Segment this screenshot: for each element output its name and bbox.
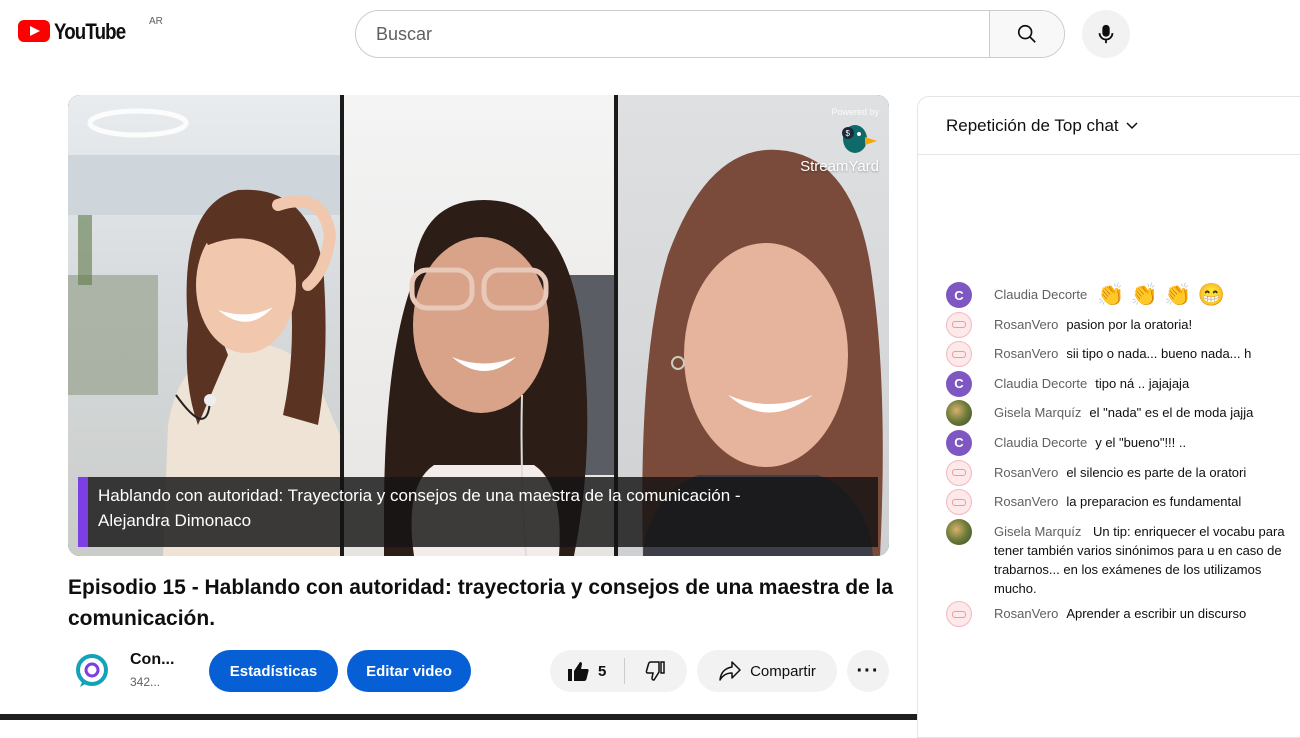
thumbs-down-icon [645,661,665,681]
chat-message: C Claudia Decorte tipo ná .. jajajaja [946,370,1300,397]
chat-author[interactable]: Claudia Decorte [994,433,1087,452]
thumbs-up-icon [568,662,589,681]
country-code: AR [149,16,163,27]
streamyard-brand: StreamYard [800,158,879,175]
clapping-hands-icon: 👏 [1164,282,1192,307]
chat-text: la preparacion es fundamental [1066,494,1242,510]
chat-message: Gisela Marquíz Un tip: enriquecer el voc… [946,518,1300,598]
like-count: 5 [598,662,607,680]
chat-mode-selector[interactable]: Repetición de Top chat [918,97,1300,155]
like-button[interactable]: 5 [550,650,624,692]
user-avatar[interactable] [946,311,972,338]
user-avatar[interactable]: C [946,282,972,308]
share-arrow-icon [719,661,741,681]
chat-message-list: C Claudia Decorte 👏 👏 👏 😁 RosanVero pasi… [946,282,1300,634]
user-avatar[interactable] [946,400,972,427]
powered-by-label: Powered by [831,107,879,117]
user-avatar[interactable] [946,341,972,368]
search-icon [1017,24,1036,43]
chat-author[interactable]: RosanVero [994,315,1058,334]
chat-author[interactable]: RosanVero [994,604,1058,623]
microphone-icon [1098,24,1114,44]
chat-message: C Claudia Decorte 👏 👏 👏 😁 [946,282,1300,308]
chat-text: tipo ná .. jajajaja [1095,375,1190,391]
chat-message: RosanVero el silencio es parte de la ora… [946,459,1300,486]
youtube-play-icon [18,20,50,42]
voice-search-button[interactable] [1082,10,1130,58]
chat-author[interactable]: Gisela Marquíz [994,524,1081,539]
chat-text: sii tipo o nada... bueno nada... h [1066,346,1252,362]
chat-author[interactable]: Claudia Decorte [994,374,1087,393]
user-avatar[interactable] [946,601,972,628]
chat-author[interactable]: RosanVero [994,463,1058,482]
like-dislike-group: 5 [550,650,687,692]
user-avatar[interactable]: C [946,429,972,456]
chat-message: C Claudia Decorte y el "bueno"!!! .. [946,429,1300,456]
chat-message: RosanVero pasion por la oratoria! [946,311,1300,338]
user-avatar[interactable] [946,489,972,516]
clapping-hands-icon: 👏 [1097,282,1125,307]
user-avatar[interactable]: C [946,370,972,397]
chat-author[interactable]: Claudia Decorte [994,285,1087,304]
svg-text:$: $ [846,129,851,138]
channel-name[interactable]: Con... [130,651,174,669]
chat-header-label: Repetición de Top chat [946,115,1119,135]
top-bar: YouTube AR [0,0,1300,70]
user-avatar[interactable] [946,459,972,486]
chat-text: pasion por la oratoria! [1066,316,1193,332]
chat-message: RosanVero la preparacion es fundamental [946,489,1300,516]
caption-line-2: Alejandra Dimonaco [98,511,252,530]
chat-author[interactable]: Gisela Marquíz [994,403,1081,422]
chat-author[interactable]: RosanVero [994,492,1058,511]
dislike-button[interactable] [625,650,687,692]
chat-text: y el "bueno"!!! .. [1095,434,1187,450]
chat-message: RosanVero Aprender a escribir un discurs… [946,601,1300,628]
user-avatar[interactable] [946,518,972,545]
caption-line-1: Hablando con autoridad: Trayectoria y co… [98,486,741,505]
chat-text: el "nada" es el de moda jajja [1089,405,1254,421]
video-title: Episodio 15 - Hablando con autoridad: tr… [68,576,894,630]
chat-message: RosanVero sii tipo o nada... bueno nada.… [946,341,1300,368]
video-player[interactable]: Powered by $ StreamYard Hablando con aut… [68,95,889,556]
video-caption-banner: Hablando con autoridad: Trayectoria y co… [78,477,878,547]
clapping-emojis: 👏 👏 👏 😁 [1097,282,1225,307]
youtube-logo[interactable]: YouTube AR [18,16,163,44]
chat-text: Aprender a escribir un discurso [1066,606,1247,622]
edit-video-button[interactable]: Editar video [347,650,471,692]
share-label: Compartir [750,662,816,680]
chat-message: Gisela Marquíz el "nada" es el de moda j… [946,400,1300,427]
subscriber-count: 342... [130,675,161,689]
owner-actions-row: Con... 342... Estadísticas Editar video … [68,648,898,696]
search-box [355,10,1065,58]
chat-author[interactable]: RosanVero [994,344,1058,363]
streamyard-watermark: Powered by $ StreamYard [800,107,879,175]
live-chat-replay: Repetición de Top chat C Claudia Decorte… [917,96,1300,738]
analytics-button[interactable]: Estadísticas [209,650,338,692]
channel-avatar[interactable] [74,652,110,688]
streamyard-duck-icon: $ [839,121,879,160]
share-button[interactable]: Compartir [697,650,837,692]
search-input[interactable] [356,11,989,57]
search-button[interactable] [989,11,1064,57]
chat-message-body: Gisela Marquíz Un tip: enriquecer el voc… [994,522,1294,598]
chevron-down-icon [1125,116,1139,136]
clapping-hands-icon: 👏 [1130,282,1159,307]
more-actions-button[interactable]: ··· [847,650,889,692]
grinning-face-icon: 😁 [1197,282,1225,307]
channel-logo-icon [76,654,108,687]
more-horizontal-icon: ··· [856,659,880,682]
chat-text: el silencio es parte de la oratori [1066,464,1247,480]
logo-text: YouTube [54,19,126,44]
